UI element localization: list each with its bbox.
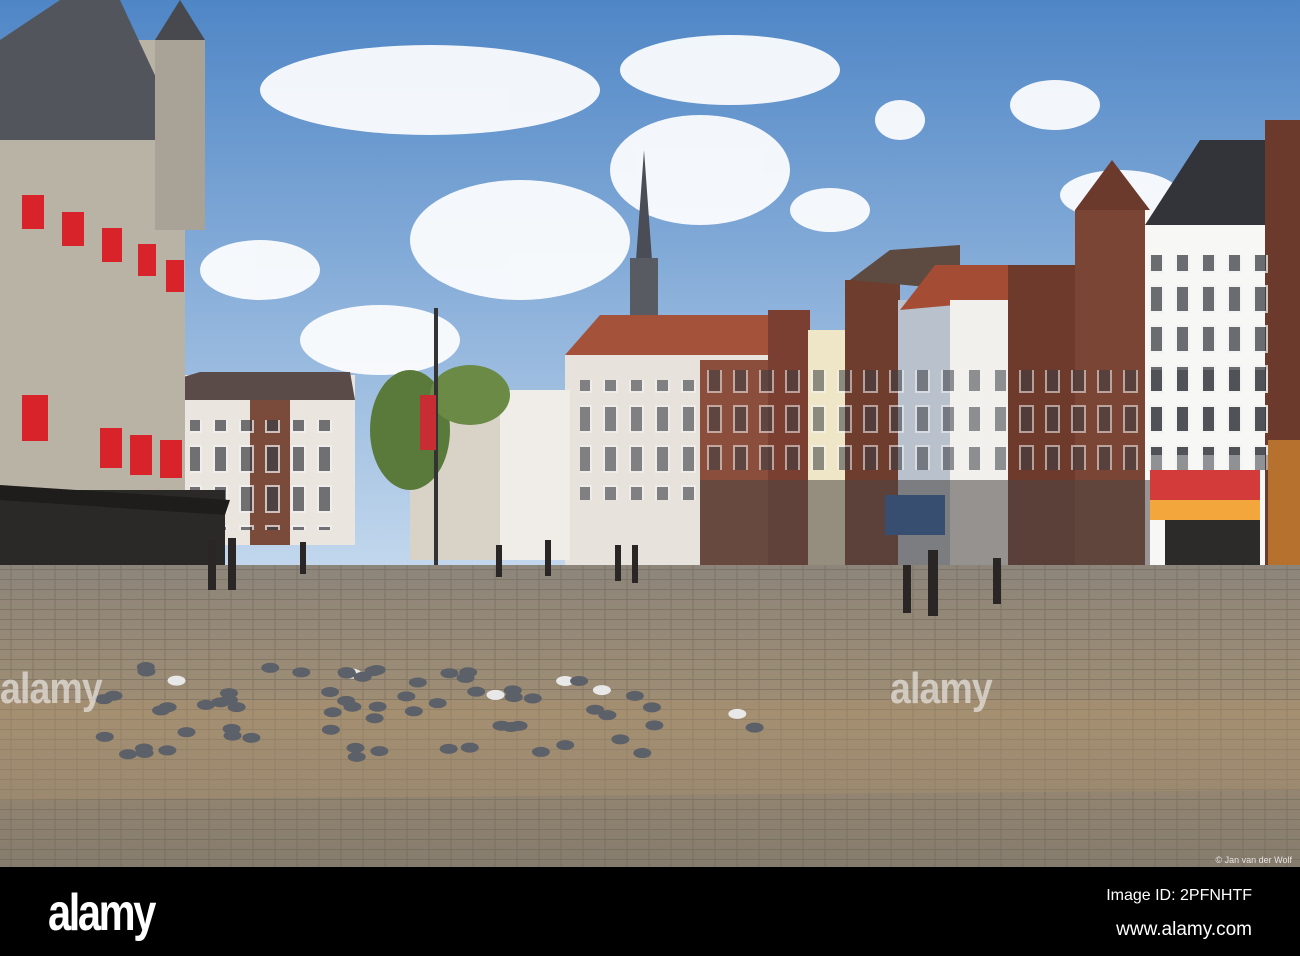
pigeon (440, 668, 459, 679)
pigeon (177, 727, 196, 738)
pigeon (397, 691, 416, 702)
watermark-right: alamy (890, 664, 993, 713)
pigeon (370, 746, 389, 757)
website-link[interactable]: www.alamy.com (1116, 919, 1252, 941)
pigeon (456, 672, 475, 683)
pigeon (321, 687, 340, 698)
pigeon (428, 698, 447, 709)
pigeon (337, 695, 356, 706)
pigeon (292, 667, 311, 678)
pigeon (611, 734, 630, 745)
pigeon (460, 742, 479, 753)
pigeon (408, 677, 427, 688)
pigeon (223, 730, 242, 741)
pigeon (556, 740, 575, 751)
pigeon (625, 690, 644, 701)
pigeon (365, 713, 384, 724)
pigeon (523, 693, 542, 704)
pigeon (642, 702, 661, 713)
pigeon (467, 686, 486, 697)
alamy-logo: alamy (48, 884, 156, 942)
pigeon (531, 746, 550, 757)
pigeon (321, 724, 340, 735)
watermark-left: alamy (0, 664, 103, 713)
pigeon (486, 689, 505, 700)
pigeon (346, 742, 365, 753)
pigeon (323, 707, 342, 718)
pigeon (158, 745, 177, 756)
pigeon (137, 666, 156, 677)
pigeon (592, 685, 611, 696)
pigeon (501, 721, 520, 732)
pigeon (439, 743, 458, 754)
pigeon (504, 692, 523, 703)
pigeon (337, 667, 356, 678)
pigeon (728, 708, 747, 719)
pigeon (364, 666, 383, 677)
footer-bar: alamy Image ID: 2PFNHTF www.alamy.com (0, 867, 1300, 956)
pigeon (347, 751, 366, 762)
image-id: Image ID: 2PFNHTF (1106, 887, 1252, 904)
pigeon (119, 749, 138, 760)
pigeon (167, 675, 186, 686)
pigeon (633, 748, 652, 759)
pigeon (242, 732, 261, 743)
market-square-photo (0, 0, 1300, 867)
pigeon (219, 695, 238, 706)
pigeon (261, 662, 280, 673)
pigeon (135, 747, 154, 758)
stock-photo-page: alamy alamy © Jan van der Wolf alamy Ima… (0, 0, 1300, 956)
pigeon (368, 701, 387, 712)
photo-credit: © Jan van der Wolf (1215, 855, 1293, 865)
pigeon (645, 720, 664, 731)
pigeon (598, 710, 617, 721)
pigeon (570, 676, 589, 687)
pigeon (404, 706, 423, 717)
pigeon (745, 722, 764, 733)
pigeon (152, 705, 171, 716)
pigeon (95, 731, 114, 742)
